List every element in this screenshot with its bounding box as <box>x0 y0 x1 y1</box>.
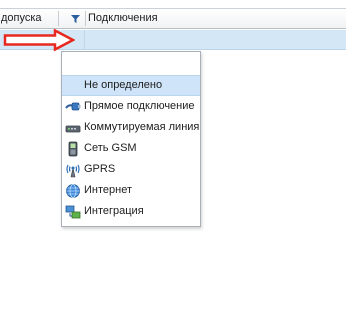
cell-separator <box>84 30 85 49</box>
ethernet-cable-icon <box>65 102 81 111</box>
integration-icon <box>65 205 81 219</box>
antenna-icon <box>66 164 80 178</box>
column-header-connections[interactable]: Подключения <box>86 9 346 28</box>
dropdown-item-integration[interactable]: Интеграция <box>62 201 200 222</box>
dropdown-item-empty[interactable] <box>62 54 200 75</box>
modem-icon <box>65 125 81 133</box>
filter-icon[interactable] <box>71 15 80 23</box>
column-separator[interactable] <box>58 11 59 26</box>
mobile-phone-icon <box>68 141 78 157</box>
grid-header: допуска Подключения <box>0 8 346 29</box>
dropdown-item-dialup[interactable]: Коммутируемая линия <box>62 117 200 138</box>
column-header-access[interactable]: допуска <box>0 9 56 28</box>
dropdown-item-gsm[interactable]: Сеть GSM <box>62 138 200 159</box>
dropdown-item-undefined[interactable]: Не определено <box>62 75 200 96</box>
dropdown-item-internet[interactable]: Интернет <box>62 180 200 201</box>
dropdown-item-direct[interactable]: Прямое подключение <box>62 96 200 117</box>
connection-type-dropdown[interactable]: Не определено Прямое подключение Коммути… <box>61 51 201 227</box>
dropdown-item-gprs[interactable]: GPRS <box>62 159 200 180</box>
globe-icon <box>66 184 80 198</box>
red-arrow-icon <box>3 29 75 51</box>
